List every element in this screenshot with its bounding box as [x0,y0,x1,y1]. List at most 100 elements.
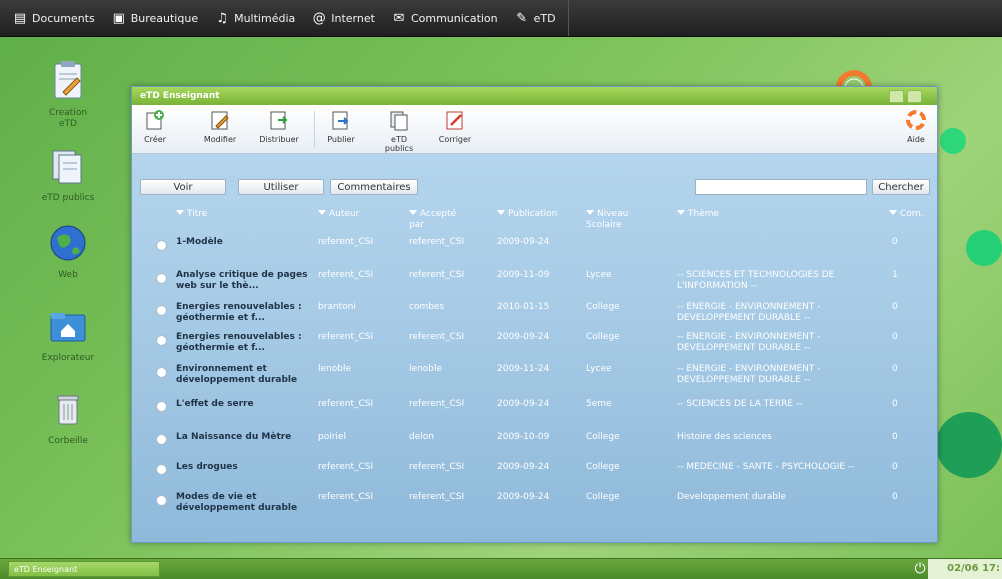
desktop-icon-corbeille[interactable]: Corbeille [28,388,108,447]
column-header-com[interactable]: Com. [889,209,923,220]
menu-separator [567,0,569,36]
column-label: Titre [187,209,208,219]
trash-icon [57,395,79,425]
cell-niveau: College [586,492,620,502]
column-header-accepte[interactable]: Accepté par [409,209,469,231]
cell-theme: Histoire des sciences [677,432,772,442]
public-docs-icon [390,111,408,131]
cell-titre: La Naissance du Mètre [176,432,292,442]
menu-internet[interactable]: @ Internet [311,10,375,26]
cell-auteur: lenoble [318,364,351,374]
column-header-publication[interactable]: Publication [497,209,557,220]
toolbar-label: Créer [144,135,166,144]
chercher-button[interactable]: Chercher [872,179,930,195]
correct-icon [446,111,463,130]
etd-publics-icon [52,150,82,184]
cell-publication: 2009-09-24 [497,332,550,342]
commentaires-button[interactable]: Commentaires [330,179,418,195]
row-radio[interactable] [156,335,167,346]
toolbar-label: Corriger [438,135,472,144]
publish-button[interactable]: Publier [324,109,358,144]
sort-arrow-icon [497,210,505,215]
minimize-button[interactable] [889,90,904,103]
row-radio[interactable] [156,434,167,445]
column-header-auteur[interactable]: Auteur [318,209,359,220]
etd-enseignant-window: eTD Enseignant Créer Modifier Distribuer… [131,86,938,543]
row-radio[interactable] [156,240,167,251]
row-radio[interactable] [156,305,167,316]
cell-publication: 2009-09-24 [497,237,550,247]
row-radio[interactable] [156,495,167,506]
row-radio[interactable] [156,367,167,378]
menu-multimedia[interactable]: ♫ Multimédia [214,10,295,26]
cell-publication: 2009-09-24 [497,462,550,472]
menu-documents[interactable]: ▤ Documents [12,10,95,26]
cell-publication: 2009-11-24 [497,364,550,374]
close-button[interactable] [907,90,922,103]
column-label: Com. [900,209,924,219]
column-header-theme[interactable]: Thème [677,209,719,220]
menu-etd[interactable]: ✎ eTD [514,10,556,26]
search-input[interactable] [695,179,867,195]
cell-publication: 2009-09-24 [497,399,550,409]
menu-label: Documents [32,11,95,25]
taskbar: eTD Enseignant ⏻ 02/06 17: [0,558,1002,579]
cell-titre: Analyse critique de pages web sur le thè… [176,270,308,291]
cell-auteur: referent_CSI [318,399,374,409]
etd-publics-button[interactable]: eTD publics [376,109,422,153]
cell-titre: Environnement et développement durable [176,364,298,385]
toolbar: Créer Modifier Distribuer Publier eTD pu… [132,105,937,154]
desktop-icon-etd-publics[interactable]: eTD publics [28,145,108,204]
help-button[interactable]: Aide [904,109,928,144]
briefcase-icon: ▣ [112,10,125,26]
menu-label: eTD [533,11,556,25]
cell-accepte: referent_CSI [409,399,465,409]
row-radio[interactable] [156,273,167,284]
sort-arrow-icon [176,210,184,215]
edit-icon [211,111,229,130]
row-radio[interactable] [156,464,167,475]
correct-button[interactable]: Corriger [436,109,474,144]
cell-auteur: referent_CSI [318,237,374,247]
desktop-icon-web[interactable]: Web [28,222,108,281]
taskbar-item-etd-enseignant[interactable]: eTD Enseignant [8,561,160,577]
cell-theme: -- ENERGIE - ENVIRONNEMENT - DEVELOPPEME… [677,302,821,323]
column-label: Thème [688,209,720,219]
power-icon[interactable]: ⏻ [912,561,928,577]
create-button[interactable]: Créer [140,109,170,144]
toolbar-label: eTD publics [384,135,414,153]
sort-arrow-icon [409,210,417,215]
sort-arrow-icon [318,210,326,215]
at-sign-icon: @ [312,10,326,26]
toolbar-label: Publier [327,135,355,144]
cell-niveau: College [586,432,620,442]
toolbar-label: Distribuer [259,135,299,144]
create-etd-icon [54,61,82,99]
desktop-icon-label: Corbeille [48,436,88,446]
menu-bureautique[interactable]: ▣ Bureautique [111,10,199,26]
edit-button[interactable]: Modifier [200,109,240,144]
cell-theme: -- MEDECINE - SANTE - PSYCHOLOGIE -- [677,462,855,472]
cell-niveau: College [586,462,620,472]
cell-niveau: College [586,332,620,342]
cell-accepte: referent_CSI [409,332,465,342]
cell-accepte: referent_CSI [409,270,465,280]
menu-label: Communication [410,11,498,25]
menu-communication[interactable]: ✉ Communication [391,10,498,26]
desktop-icon-label: Creation eTD [48,108,88,129]
cell-com: 0 [892,462,898,472]
cell-theme: -- ENERGIE - ENVIRONNEMENT - DEVELOPPEME… [677,332,821,353]
cell-niveau: 5eme [586,399,612,409]
column-header-niveau[interactable]: Niveau Scolaire [586,209,646,231]
voir-button[interactable]: Voir [140,179,226,195]
desktop-icon-explorateur[interactable]: Explorateur [28,305,108,364]
utiliser-button[interactable]: Utiliser [238,179,324,195]
distribute-button[interactable]: Distribuer [258,109,300,144]
desktop-icon-creation-etd[interactable]: Creation eTD [28,60,108,130]
row-radio[interactable] [156,401,167,412]
cell-titre: Les drogues [176,462,238,472]
column-header-titre[interactable]: Titre [176,209,207,220]
window-titlebar[interactable]: eTD Enseignant [132,87,937,105]
cell-niveau: Lycee [586,364,612,374]
cell-auteur: referent_CSI [318,492,374,502]
